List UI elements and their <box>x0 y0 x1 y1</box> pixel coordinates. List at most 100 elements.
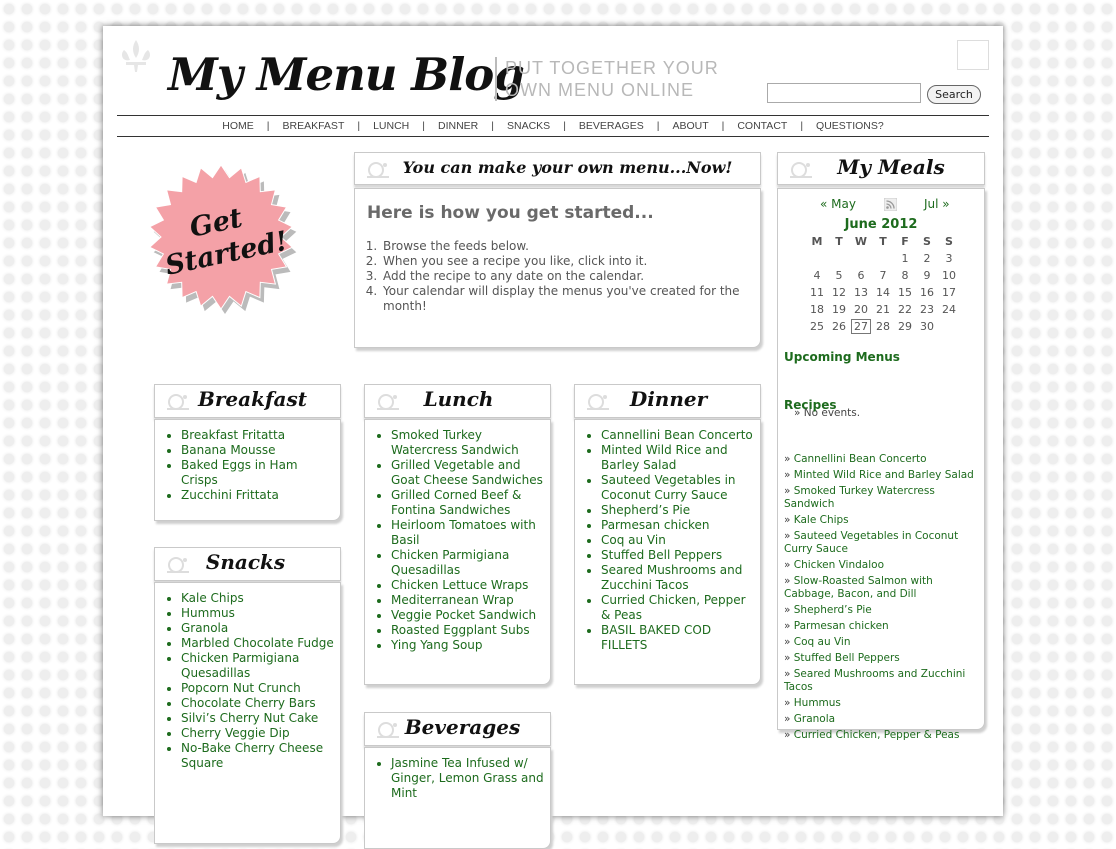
recipe-link[interactable]: Seared Mushrooms and Zucchini Tacos <box>601 563 742 592</box>
recipe-link[interactable]: Zucchini Frittata <box>181 488 279 502</box>
calendar-day[interactable]: 6 <box>850 267 872 284</box>
sidebar-recipe-link[interactable]: Curried Chicken, Pepper & Peas <box>794 729 960 741</box>
nav-link-snacks[interactable]: SNACKS <box>507 120 550 132</box>
recipe-link[interactable]: Coq au Vin <box>601 533 666 547</box>
calendar-day[interactable]: 20 <box>850 301 872 318</box>
calendar-day[interactable]: 21 <box>872 301 894 318</box>
recipe-link[interactable]: Cannellini Bean Concerto <box>601 428 753 442</box>
calendar-day[interactable]: 27 <box>850 318 872 335</box>
nav-link-lunch[interactable]: LUNCH <box>373 120 409 132</box>
calendar-day[interactable]: 7 <box>872 267 894 284</box>
search-button[interactable]: Search <box>927 85 981 104</box>
calendar-day[interactable]: 19 <box>828 301 850 318</box>
sidebar-recipe-link[interactable]: Coq au Vin <box>794 636 851 648</box>
calendar-day[interactable]: 25 <box>806 318 828 335</box>
calendar-month: June 2012 <box>844 217 918 232</box>
recipe-list-item: Coq au Vin <box>601 533 756 548</box>
recipe-link[interactable]: Grilled Corned Beef & Fontina Sandwiches <box>391 488 521 517</box>
recipe-link[interactable]: Cherry Veggie Dip <box>181 726 290 740</box>
recipe-link[interactable]: Banana Mousse <box>181 443 276 457</box>
recipe-link[interactable]: BASIL BAKED COD FILLETS <box>601 623 711 652</box>
recipe-link[interactable]: Grilled Vegetable and Goat Cheese Sandwi… <box>391 458 543 487</box>
recipe-link[interactable]: Popcorn Nut Crunch <box>181 681 301 695</box>
recipe-link[interactable]: Baked Eggs in Ham Crisps <box>181 458 298 487</box>
calendar-day[interactable]: 8 <box>894 267 916 284</box>
calendar-next-link[interactable]: Jul » <box>924 197 950 211</box>
nav-link-about[interactable]: ABOUT <box>672 120 708 132</box>
recipe-link[interactable]: Minted Wild Rice and Barley Salad <box>601 443 728 472</box>
calendar-day[interactable]: 1 <box>894 250 916 267</box>
sidebar-recipe-link[interactable]: Minted Wild Rice and Barley Salad <box>794 469 974 481</box>
calendar-day[interactable]: 12 <box>828 284 850 301</box>
calendar-day[interactable]: 22 <box>894 301 916 318</box>
recipe-link[interactable]: Stuffed Bell Peppers <box>601 548 722 562</box>
recipe-link[interactable]: Chicken Parmigiana Quesadillas <box>181 651 299 680</box>
calendar-day[interactable]: 5 <box>828 267 850 284</box>
snacks-title: Snacks <box>205 550 286 574</box>
calendar-day[interactable]: 4 <box>806 267 828 284</box>
calendar-day[interactable]: 18 <box>806 301 828 318</box>
calendar-day[interactable]: 23 <box>916 301 938 318</box>
recipe-link[interactable]: Curried Chicken, Pepper & Peas <box>601 593 746 622</box>
sidebar-recipe-link[interactable]: Kale Chips <box>794 514 849 526</box>
rss-feed-icon[interactable] <box>884 198 897 211</box>
sidebar-recipe-link[interactable]: Hummus <box>794 697 841 709</box>
calendar-day[interactable]: 28 <box>872 318 894 335</box>
sidebar-recipe-link[interactable]: Slow-Roasted Salmon with Cabbage, Bacon,… <box>784 575 933 600</box>
calendar-prev-link[interactable]: « May <box>820 197 856 211</box>
nav-link-breakfast[interactable]: BREAKFAST <box>283 120 345 132</box>
recipe-link[interactable]: Heirloom Tomatoes with Basil <box>391 518 536 547</box>
calendar-day[interactable]: 24 <box>938 301 960 318</box>
nav-link-questions[interactable]: QUESTIONS? <box>816 120 884 132</box>
calendar-day[interactable]: 9 <box>916 267 938 284</box>
recipe-link[interactable]: Ying Yang Soup <box>391 638 483 652</box>
calendar-day[interactable]: 17 <box>938 284 960 301</box>
recipe-link[interactable]: Mediterranean Wrap <box>391 593 514 607</box>
recipe-link[interactable]: Hummus <box>181 606 235 620</box>
recipe-link[interactable]: Chicken Parmigiana Quesadillas <box>391 548 509 577</box>
recipe-link[interactable]: Shepherd’s Pie <box>601 503 690 517</box>
calendar-day[interactable]: 10 <box>938 267 960 284</box>
calendar-day[interactable]: 29 <box>894 318 916 335</box>
sidebar-recipe-link[interactable]: Sauteed Vegetables in Coconut Curry Sauc… <box>784 530 958 555</box>
calendar-day[interactable]: 16 <box>916 284 938 301</box>
sidebar-recipe-link[interactable]: Smoked Turkey Watercress Sandwich <box>784 485 935 510</box>
calendar-day[interactable]: 26 <box>828 318 850 335</box>
recipe-link[interactable]: Veggie Pocket Sandwich <box>391 608 536 622</box>
sidebar-recipe-link[interactable]: Granola <box>794 713 835 725</box>
recipe-link[interactable]: Smoked Turkey Watercress Sandwich <box>391 428 519 457</box>
sidebar-recipe-link[interactable]: Cannellini Bean Concerto <box>794 453 927 465</box>
nav-link-contact[interactable]: CONTACT <box>737 120 787 132</box>
calendar-day[interactable]: 30 <box>916 318 938 335</box>
recipe-link[interactable]: Kale Chips <box>181 591 244 605</box>
site-logo[interactable]: My Menu Blog <box>168 48 525 101</box>
calendar-day[interactable]: 3 <box>938 250 960 267</box>
calendar-day[interactable]: 13 <box>850 284 872 301</box>
calendar-day[interactable]: 11 <box>806 284 828 301</box>
recipe-link[interactable]: Marbled Chocolate Fudge <box>181 636 334 650</box>
sidebar-recipe-link[interactable]: Shepherd’s Pie <box>794 604 872 616</box>
recipe-link[interactable]: Silvi’s Cherry Nut Cake <box>181 711 318 725</box>
sidebar-recipe-link[interactable]: Parmesan chicken <box>794 620 889 632</box>
calendar-day[interactable]: 15 <box>894 284 916 301</box>
sidebar-recipe-link[interactable]: Chicken Vindaloo <box>794 559 884 571</box>
recipe-link[interactable]: Roasted Eggplant Subs <box>391 623 530 637</box>
get-started-badge[interactable]: Get Started! <box>141 157 301 317</box>
recipe-link[interactable]: Sauteed Vegetables in Coconut Curry Sauc… <box>601 473 736 502</box>
recipe-link[interactable]: Chicken Lettuce Wraps <box>391 578 528 592</box>
sidebar-recipe-link[interactable]: Stuffed Bell Peppers <box>794 652 900 664</box>
recipe-link[interactable]: Chocolate Cherry Bars <box>181 696 316 710</box>
calendar-day[interactable]: 2 <box>916 250 938 267</box>
search-input[interactable] <box>767 83 921 103</box>
recipe-list-item: Breakfast Fritatta <box>181 428 336 443</box>
recipe-link[interactable]: Breakfast Fritatta <box>181 428 285 442</box>
nav-link-home[interactable]: HOME <box>222 120 254 132</box>
recipe-link[interactable]: Granola <box>181 621 228 635</box>
nav-link-beverages[interactable]: BEVERAGES <box>579 120 644 132</box>
recipe-link[interactable]: Jasmine Tea Infused w/ Ginger, Lemon Gra… <box>391 756 544 800</box>
calendar-day[interactable]: 14 <box>872 284 894 301</box>
sidebar-recipe-link[interactable]: Seared Mushrooms and Zucchini Tacos <box>784 668 965 693</box>
nav-link-dinner[interactable]: DINNER <box>438 120 478 132</box>
recipe-link[interactable]: No-Bake Cherry Cheese Square <box>181 741 323 770</box>
recipe-link[interactable]: Parmesan chicken <box>601 518 710 532</box>
